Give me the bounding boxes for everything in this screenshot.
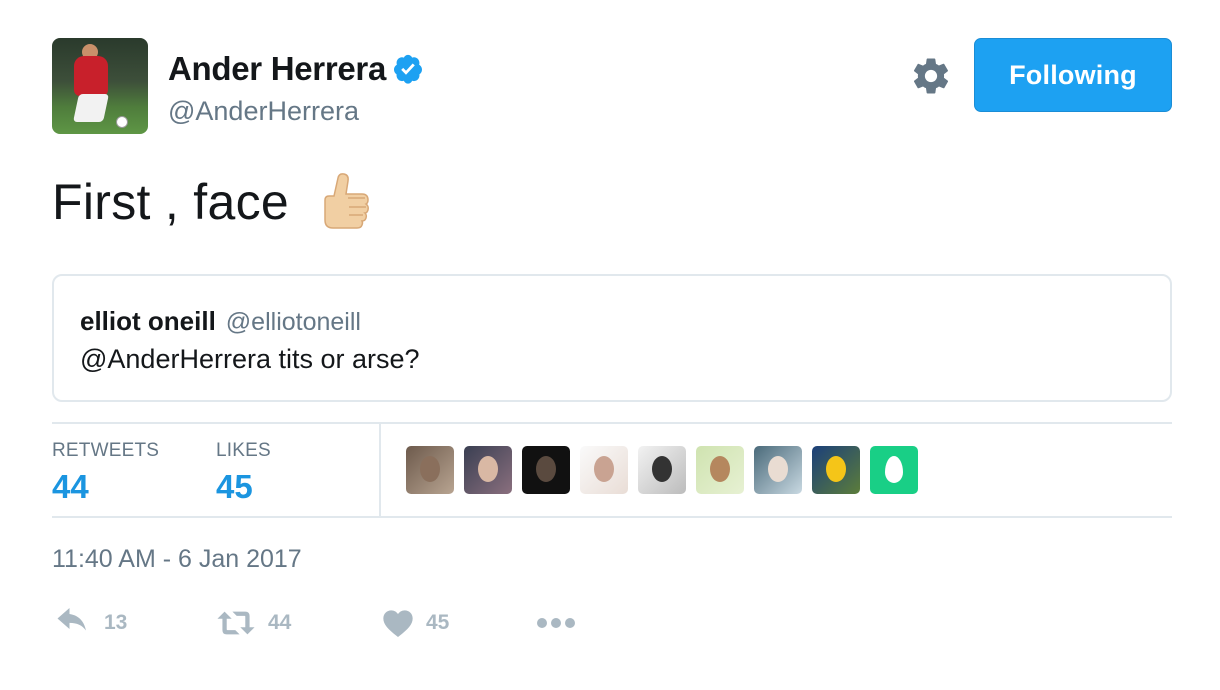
like-button[interactable]: 45 <box>382 608 449 638</box>
likes-value: 45 <box>216 468 253 505</box>
quoted-tweet-text: @AnderHerrera tits or arse? <box>80 344 420 374</box>
liker-avatar[interactable] <box>406 446 454 494</box>
tweet-stats: RETWEETS 44 LIKES 45 <box>52 422 1172 518</box>
avatar[interactable] <box>52 38 148 134</box>
verified-badge-icon <box>394 54 423 84</box>
liker-avatar[interactable] <box>754 446 802 494</box>
avatar-player-legs <box>73 94 109 122</box>
author-handle[interactable]: @AnderHerrera <box>168 96 359 127</box>
retweets-stat[interactable]: RETWEETS 44 <box>52 440 159 506</box>
like-count: 45 <box>426 611 450 634</box>
reply-button[interactable]: 13 <box>56 608 127 638</box>
liker-avatar-default-egg[interactable] <box>870 446 918 494</box>
quoted-author-name: elliot oneill <box>80 306 216 336</box>
stats-divider <box>379 424 381 518</box>
gear-icon[interactable] <box>910 55 952 97</box>
quoted-author-handle: @elliotoneill <box>225 308 361 336</box>
following-button[interactable]: Following <box>974 38 1172 112</box>
likers-avatars <box>406 446 928 494</box>
reply-icon <box>57 608 86 631</box>
reply-count: 13 <box>104 611 128 634</box>
author-name-row[interactable]: Ander Herrera <box>168 50 424 88</box>
avatar-ball <box>116 116 128 128</box>
tweet-timestamp[interactable]: 11:40 AM - 6 Jan 2017 <box>52 545 302 574</box>
avatar-player-shirt <box>74 56 108 96</box>
retweet-count: 44 <box>268 611 292 634</box>
retweet-button[interactable]: 44 <box>216 608 291 638</box>
more-dots-icon <box>537 618 575 628</box>
liker-avatar[interactable] <box>638 446 686 494</box>
liker-avatar[interactable] <box>580 446 628 494</box>
tweet-text: First , face <box>52 174 289 230</box>
likes-stat[interactable]: LIKES 45 <box>216 440 271 506</box>
liker-avatar[interactable] <box>812 446 860 494</box>
retweets-label: RETWEETS <box>52 440 160 461</box>
quoted-tweet-card[interactable]: elliot oneill @elliotoneill @AnderHerrer… <box>52 274 1172 402</box>
egg-icon <box>885 456 903 483</box>
more-button[interactable] <box>534 616 578 630</box>
likes-label: LIKES <box>216 440 271 461</box>
quoted-tweet-header: elliot oneill @elliotoneill <box>80 306 361 337</box>
liker-avatar[interactable] <box>696 446 744 494</box>
heart-icon <box>383 610 413 637</box>
liker-avatar[interactable] <box>464 446 512 494</box>
tweet-body: First , face <box>52 170 375 234</box>
thumbs-up-icon <box>324 173 369 229</box>
author-name[interactable]: Ander Herrera <box>168 50 386 88</box>
liker-avatar[interactable] <box>522 446 570 494</box>
retweet-icon <box>217 611 255 635</box>
retweets-value: 44 <box>52 468 89 505</box>
